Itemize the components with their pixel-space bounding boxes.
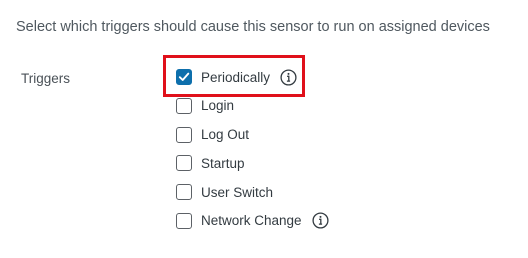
user-switch-checkbox[interactable] [176, 184, 192, 201]
network-change-checkbox[interactable] [176, 212, 192, 229]
description-text: Select which triggers should cause this … [16, 19, 490, 35]
log-out-checkbox[interactable] [176, 126, 192, 143]
login-checkbox[interactable] [176, 97, 192, 114]
periodically-checkbox[interactable] [176, 69, 192, 85]
trigger-option-user-switch[interactable]: User Switch [176, 182, 329, 202]
network-change-label[interactable]: Network Change [201, 213, 302, 228]
checkmark-icon [178, 71, 190, 83]
trigger-option-log-out[interactable]: Log Out [176, 125, 329, 145]
triggers-options: Periodically Login Log Out Startup User … [176, 67, 329, 240]
triggers-label: Triggers [21, 71, 71, 86]
login-label[interactable]: Login [201, 98, 234, 113]
info-circle-icon[interactable] [312, 212, 329, 230]
trigger-option-network-change[interactable]: Network Change [176, 211, 329, 231]
startup-checkbox[interactable] [176, 155, 192, 172]
trigger-option-startup[interactable]: Startup [176, 153, 329, 173]
startup-label[interactable]: Startup [201, 156, 245, 171]
periodically-label[interactable]: Periodically [201, 70, 270, 85]
info-circle-icon[interactable] [280, 68, 297, 86]
trigger-option-periodically[interactable]: Periodically [176, 67, 329, 87]
trigger-option-login[interactable]: Login [176, 96, 329, 116]
log-out-label[interactable]: Log Out [201, 127, 249, 142]
user-switch-label[interactable]: User Switch [201, 185, 273, 200]
